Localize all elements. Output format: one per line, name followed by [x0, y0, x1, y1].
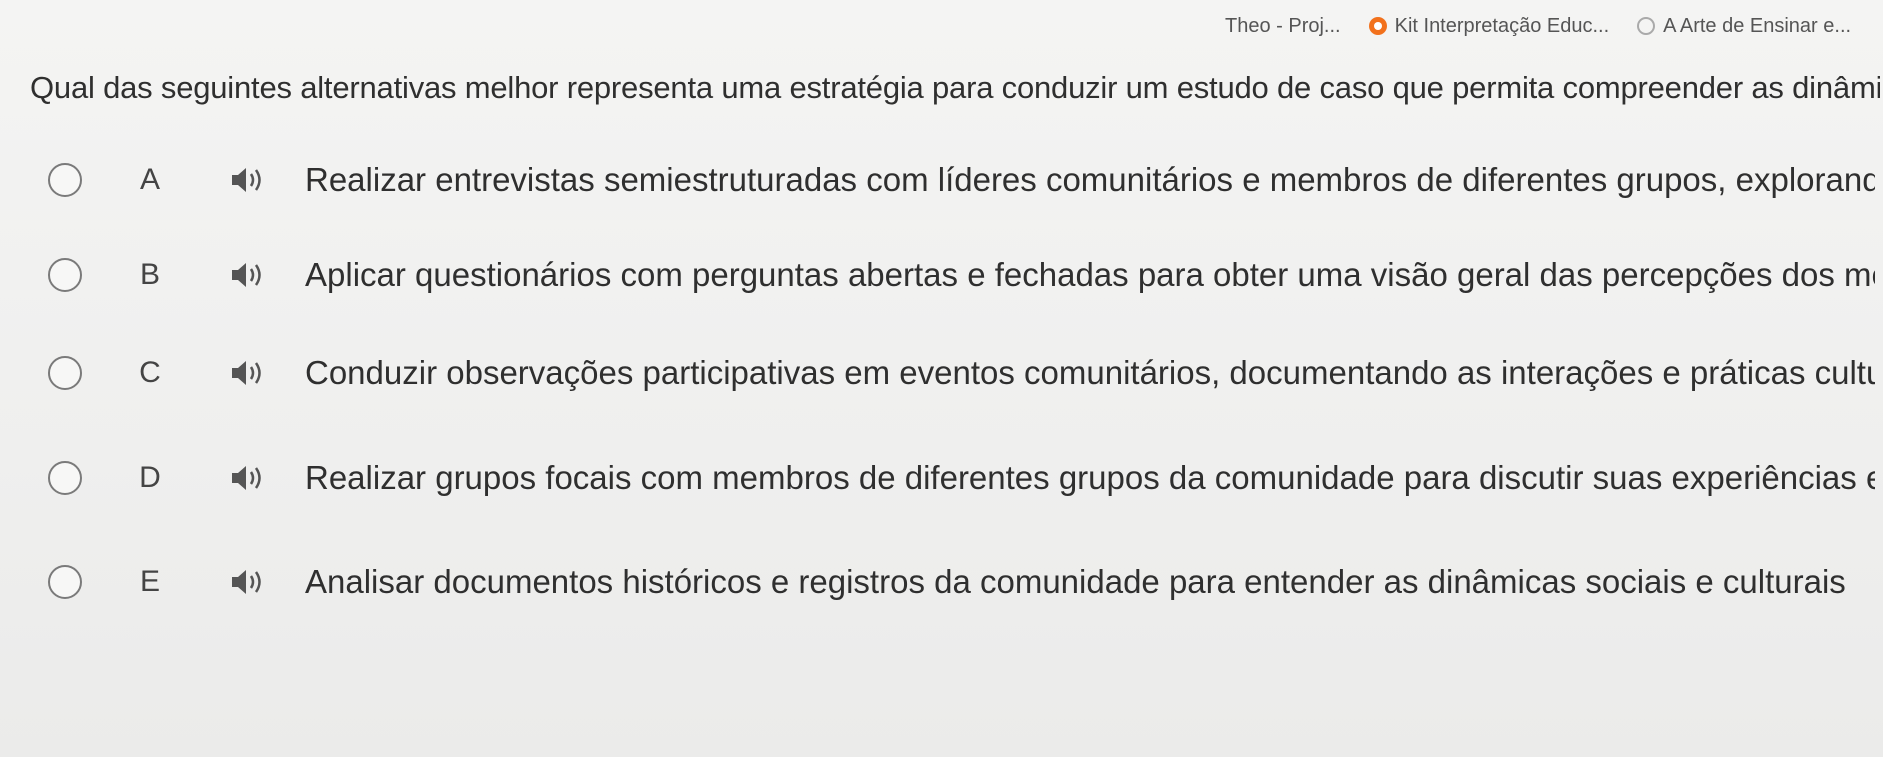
option-letter: C: [139, 356, 161, 389]
speaker-icon[interactable]: [228, 567, 268, 597]
option-letter: B: [139, 258, 160, 291]
bookmark-theo[interactable]: Theo - Proj...: [1225, 15, 1341, 38]
radio-button[interactable]: [48, 258, 82, 292]
gray-circle-icon: [1637, 17, 1656, 35]
option-b[interactable]: B Aplicar questionários com perguntas ab…: [0, 245, 1883, 305]
radio-button[interactable]: [48, 163, 82, 197]
bookmark-label: A Arte de Ensinar e...: [1663, 14, 1852, 37]
orange-circle-icon: [1368, 17, 1387, 35]
option-letter: E: [139, 565, 160, 598]
bookmark-kit-interpretacao[interactable]: Kit Interpretação Educ...: [1368, 14, 1610, 38]
option-e[interactable]: E Analisar documentos históricos e regis…: [0, 552, 1883, 612]
option-letter: A: [139, 163, 160, 196]
option-c[interactable]: C Conduzir observações participativas em…: [0, 343, 1883, 403]
option-text: Realizar grupos focais com membros de di…: [305, 459, 1875, 496]
option-d[interactable]: D Realizar grupos focais com membros de …: [0, 448, 1883, 508]
bookmarks-bar: Theo - Proj... Kit Interpretação Educ...…: [1225, 6, 1875, 46]
option-a[interactable]: A Realizar entrevistas semiestruturadas …: [0, 150, 1883, 210]
bookmark-arte-de-ensinar[interactable]: A Arte de Ensinar e...: [1637, 15, 1851, 38]
radio-button[interactable]: [48, 356, 82, 390]
option-text: Conduzir observações participativas em e…: [305, 354, 1875, 391]
speaker-icon[interactable]: [228, 260, 268, 290]
speaker-icon[interactable]: [228, 165, 268, 195]
option-text: Analisar documentos históricos e registr…: [305, 563, 1846, 600]
speaker-icon[interactable]: [228, 358, 268, 388]
option-text: Realizar entrevistas semiestruturadas co…: [305, 161, 1875, 198]
option-text: Aplicar questionários com perguntas aber…: [305, 256, 1875, 293]
radio-button[interactable]: [48, 565, 82, 599]
speaker-icon[interactable]: [228, 463, 268, 493]
question-text: Qual das seguintes alternativas melhor r…: [30, 70, 1880, 105]
radio-button[interactable]: [48, 461, 82, 495]
option-letter: D: [139, 461, 161, 494]
bookmark-label: Theo - Proj...: [1225, 14, 1341, 37]
bookmark-label: Kit Interpretação Educ...: [1394, 14, 1610, 37]
